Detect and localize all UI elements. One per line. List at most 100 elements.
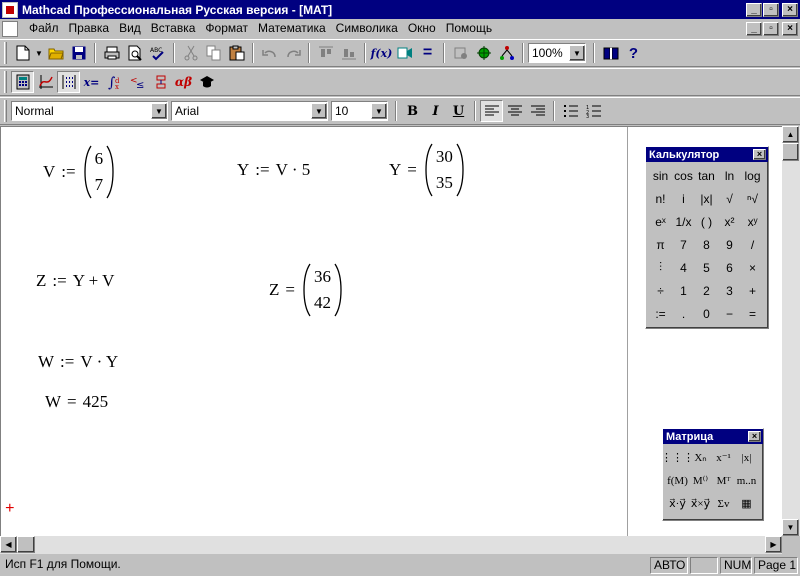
copy-icon[interactable] — [202, 42, 225, 64]
matrix-key-matrix-transpose[interactable]: Mᵀ — [712, 469, 735, 492]
calc-key-digit-0[interactable]: 0 — [695, 302, 718, 325]
toolbar-grip[interactable] — [4, 42, 7, 64]
new-dropdown-arrow-icon[interactable]: ▼ — [34, 42, 44, 64]
calc-key-pi[interactable]: π — [649, 233, 672, 256]
z-evaluation[interactable]: Z = 36 42 — [269, 262, 344, 318]
resource-center-icon[interactable] — [449, 42, 472, 64]
chevron-down-icon[interactable]: ▼ — [151, 103, 167, 119]
close-icon[interactable]: × — [748, 431, 761, 442]
calc-key-digit-5[interactable]: 5 — [695, 256, 718, 279]
calculator-palette[interactable]: Калькулятор × sin cos tan ln log n! i |x| √ ⁿ√ eˣ 1… — [645, 146, 769, 329]
calc-key-digit-2[interactable]: 2 — [695, 279, 718, 302]
calc-key-digit-8[interactable]: 8 — [695, 233, 718, 256]
calc-key-digit-7[interactable]: 7 — [672, 233, 695, 256]
calc-key-range-variable[interactable]: ⫶ — [649, 256, 672, 279]
w-definition[interactable]: W := V · Y — [38, 352, 118, 372]
document-icon[interactable] — [2, 20, 18, 37]
status-calc-mode[interactable]: АВТО — [650, 557, 688, 574]
insert-unit-icon[interactable] — [393, 42, 416, 64]
calculator-title-bar[interactable]: Калькулятор × — [646, 147, 768, 162]
greek-palette-icon[interactable]: αβ — [172, 71, 195, 93]
align-bottom-icon[interactable] — [337, 42, 360, 64]
paste-clipboard-icon[interactable] — [225, 42, 248, 64]
menu-window[interactable]: Окно — [403, 20, 441, 37]
matrix-key-picture[interactable]: ▦ — [735, 492, 758, 515]
doc-close-button[interactable]: × — [782, 21, 798, 36]
calc-key-square-root[interactable]: √ — [718, 187, 741, 210]
calc-key-plus[interactable]: + — [741, 279, 764, 302]
calc-key-digit-3[interactable]: 3 — [718, 279, 741, 302]
font-size-select[interactable]: 10 ▼ — [331, 101, 388, 121]
y-definition[interactable]: Y := V · 5 — [237, 160, 310, 180]
programming-palette-icon[interactable] — [149, 71, 172, 93]
print-preview-icon[interactable] — [123, 42, 146, 64]
calc-key-log[interactable]: log — [741, 164, 764, 187]
calc-key-nth-root[interactable]: ⁿ√ — [741, 187, 764, 210]
calc-key-multiply[interactable]: × — [741, 256, 764, 279]
matrix-key-matrix-column[interactable]: M⁽⁾ — [689, 469, 712, 492]
calc-key-cos[interactable]: cos — [672, 164, 695, 187]
matrix-key-determinant[interactable]: |x| — [735, 446, 758, 469]
calc-key-sin[interactable]: sin — [649, 164, 672, 187]
underline-button[interactable]: U — [447, 100, 470, 122]
calc-key-define[interactable]: := — [649, 302, 672, 325]
menu-view[interactable]: Вид — [114, 20, 146, 37]
w-evaluation[interactable]: W = 425 — [45, 392, 108, 412]
vertical-scroll-thumb[interactable] — [782, 143, 799, 161]
chevron-down-icon[interactable]: ▼ — [569, 45, 585, 61]
calc-key-power[interactable]: xʸ — [741, 210, 764, 233]
save-disk-icon[interactable] — [67, 42, 90, 64]
align-center-icon[interactable] — [503, 100, 526, 122]
evaluation-palette-icon[interactable]: x= — [80, 71, 103, 93]
calc-key-slash[interactable]: / — [741, 233, 764, 256]
calc-key-decimal-point[interactable]: . — [672, 302, 695, 325]
calc-key-imaginary-i[interactable]: i — [672, 187, 695, 210]
toolbar-grip[interactable] — [4, 71, 7, 93]
print-icon[interactable] — [100, 42, 123, 64]
graph-palette-icon[interactable] — [34, 71, 57, 93]
component-wizard-icon[interactable] — [472, 42, 495, 64]
y-evaluation[interactable]: Y = 30 35 — [389, 142, 466, 198]
matrix-key-insert-matrix[interactable]: ⋮⋮⋮ — [661, 446, 694, 469]
align-top-icon[interactable] — [314, 42, 337, 64]
close-button[interactable]: × — [782, 2, 798, 17]
calc-key-ln[interactable]: ln — [718, 164, 741, 187]
cut-scissors-icon[interactable] — [179, 42, 202, 64]
menu-file[interactable]: Файл — [24, 20, 64, 37]
calc-key-absolute-value[interactable]: |x| — [695, 187, 718, 210]
bold-button[interactable]: B — [401, 100, 424, 122]
matrix-key-dot-product[interactable]: x⃗·y⃗ — [666, 492, 689, 515]
bullet-list-icon[interactable] — [559, 100, 582, 122]
vertical-scrollbar[interactable]: ▲ ▼ — [782, 126, 800, 536]
open-folder-icon[interactable] — [44, 42, 67, 64]
matrix-key-cross-product[interactable]: x⃗×y⃗ — [689, 492, 712, 515]
calc-key-digit-9[interactable]: 9 — [718, 233, 741, 256]
doc-minimize-button[interactable]: _ — [746, 21, 762, 36]
scroll-down-icon[interactable]: ▼ — [782, 519, 799, 536]
spell-check-icon[interactable]: ABC — [146, 42, 169, 64]
calculate-equals-icon[interactable]: = — [416, 42, 439, 64]
z-definition[interactable]: Z := Y + V — [36, 271, 114, 291]
matrix-key-vector-sum[interactable]: Σv — [712, 492, 735, 515]
italic-button[interactable]: I — [424, 100, 447, 122]
calc-key-tan[interactable]: tan — [695, 164, 718, 187]
horizontal-scrollbar[interactable]: ◀ ▶ — [0, 536, 782, 554]
calculator-palette-icon[interactable] — [11, 71, 34, 93]
restore-button[interactable]: ▫ — [763, 2, 779, 17]
close-icon[interactable]: × — [753, 149, 766, 160]
network-tree-icon[interactable] — [495, 42, 518, 64]
matrix-key-vectorize[interactable]: f(M) — [666, 469, 689, 492]
calc-key-digit-6[interactable]: 6 — [718, 256, 741, 279]
align-right-icon[interactable] — [526, 100, 549, 122]
undo-icon[interactable] — [258, 42, 281, 64]
help-question-icon[interactable]: ? — [622, 42, 645, 64]
align-left-icon[interactable] — [480, 100, 503, 122]
scroll-up-icon[interactable]: ▲ — [782, 126, 799, 143]
scroll-left-icon[interactable]: ◀ — [0, 536, 17, 553]
chevron-down-icon[interactable]: ▼ — [311, 103, 327, 119]
calc-key-digit-4[interactable]: 4 — [672, 256, 695, 279]
calc-key-digit-1[interactable]: 1 — [672, 279, 695, 302]
help-book-icon[interactable] — [599, 42, 622, 64]
calc-key-reciprocal[interactable]: 1/x — [672, 210, 695, 233]
chevron-down-icon[interactable]: ▼ — [371, 103, 387, 119]
